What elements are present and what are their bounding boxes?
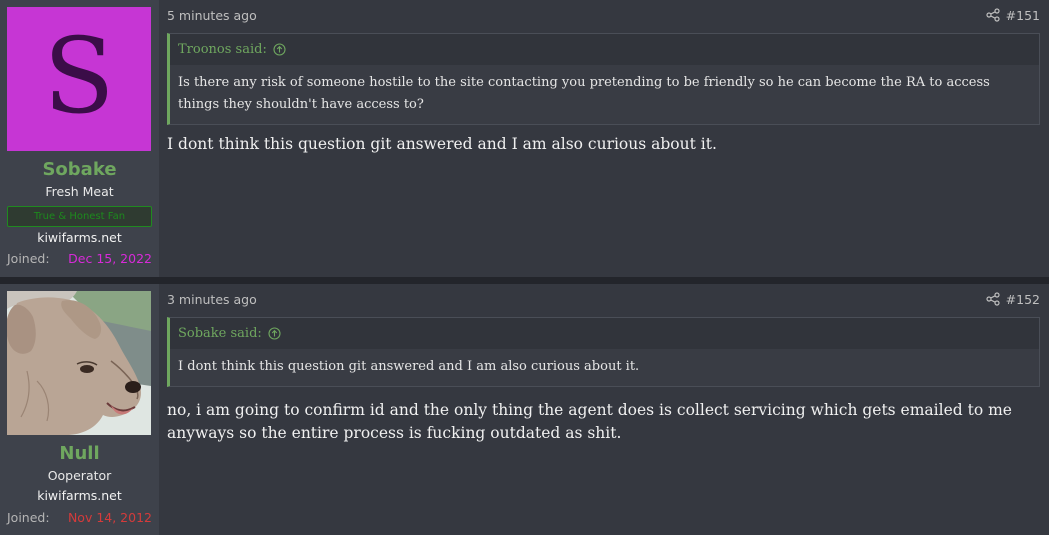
post-number[interactable]: #151 [1006,8,1040,23]
user-info-panel: S Sobake Fresh Meat True & Honest Fan ki… [0,0,159,277]
quote-text: I dont think this question git answered … [170,349,1039,386]
quote-header[interactable]: Sobake said: [170,318,1039,349]
avatar-letter: S [43,15,115,137]
username[interactable]: Null [0,443,159,464]
user-title: Ooperator [47,468,112,483]
user-title: Fresh Meat [45,184,114,199]
arrow-up-circle-icon[interactable] [268,327,281,340]
joined-date: Nov 14, 2012 [67,510,152,525]
joined-date: Dec 15, 2022 [68,251,152,266]
joined-row: Joined: Dec 15, 2022 [7,251,152,266]
post-separator [0,277,1049,284]
post-content: 5 minutes ago #151 Troonos said: Is ther… [159,0,1049,277]
user-banner: True & Honest Fan [7,206,152,227]
avatar[interactable]: S [7,7,151,151]
post-number[interactable]: #152 [1006,292,1040,307]
dog-avatar-icon [7,291,151,435]
share-icon[interactable] [986,292,1000,306]
quote-block: Sobake said: I dont think this question … [167,317,1040,387]
quote-author[interactable]: Sobake said: [178,326,262,341]
joined-label: Joined: [7,510,50,525]
post-time[interactable]: 5 minutes ago [167,8,257,23]
username[interactable]: Sobake [0,159,159,180]
quote-text: Is there any risk of someone hostile to … [170,65,1039,124]
post-time[interactable]: 3 minutes ago [167,292,257,307]
user-site: kiwifarms.net [37,488,122,503]
arrow-up-circle-icon[interactable] [273,43,286,56]
user-info-panel: Null Ooperator kiwifarms.net Joined: Nov… [0,284,159,535]
dog-avatar[interactable] [7,291,151,435]
post-meta: 3 minutes ago #152 [167,284,1040,314]
joined-row: Joined: Nov 14, 2012 [7,510,152,525]
user-site: kiwifarms.net [37,230,122,245]
share-icon[interactable] [986,8,1000,22]
post-151: S Sobake Fresh Meat True & Honest Fan ki… [0,0,1049,277]
post-body: no, i am going to confirm id and the onl… [167,401,1012,442]
joined-label: Joined: [7,251,50,266]
quote-block: Troonos said: Is there any risk of someo… [167,33,1040,125]
post-meta: 5 minutes ago #151 [167,0,1040,30]
quote-author[interactable]: Troonos said: [178,42,267,57]
post-152: Null Ooperator kiwifarms.net Joined: Nov… [0,284,1049,535]
quote-header[interactable]: Troonos said: [170,34,1039,65]
post-content: 3 minutes ago #152 Sobake said: I dont t… [159,284,1049,535]
post-body: I dont think this question git answered … [167,135,717,153]
